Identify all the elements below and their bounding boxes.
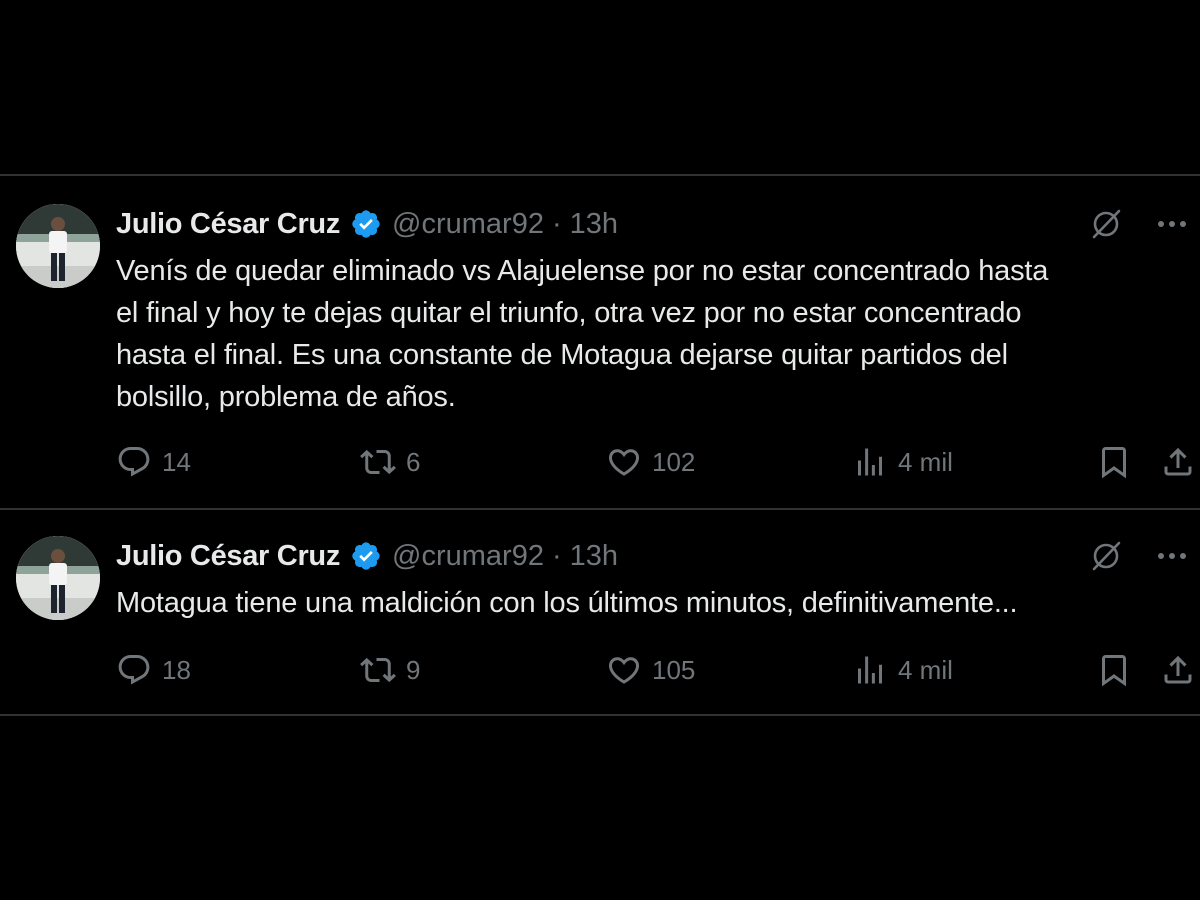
verified-badge-icon (350, 208, 382, 240)
tweet-actions: 14 6 102 4 mil (116, 442, 1200, 482)
views-count: 4 mil (898, 654, 953, 685)
avatar[interactable] (16, 536, 100, 620)
bookmark-button[interactable] (1096, 650, 1132, 690)
tweet-text-line: Motagua tiene una maldición con los últi… (116, 587, 1018, 619)
repost-button[interactable]: 9 (360, 650, 420, 690)
views-icon (858, 448, 882, 476)
grok-icon[interactable] (1088, 206, 1124, 242)
tweet-text: Motagua tiene una maldición con los últi… (116, 582, 1186, 624)
bookmark-button[interactable] (1096, 442, 1132, 482)
tweet-header: Julio César Cruz @crumar92 · 13h (116, 536, 618, 576)
heart-icon (608, 657, 640, 684)
author-name[interactable]: Julio César Cruz (116, 540, 340, 573)
avatar[interactable] (16, 204, 100, 288)
more-icon[interactable] (1154, 206, 1190, 242)
author-handle[interactable]: @crumar92 (392, 208, 544, 241)
avatar-photo (16, 204, 100, 288)
reply-count: 14 (162, 446, 191, 477)
reply-button[interactable]: 14 (116, 442, 191, 482)
share-icon (1164, 655, 1192, 684)
author-name[interactable]: Julio César Cruz (116, 208, 340, 241)
tweet-text-line: hasta el final. Es una constante de Mota… (116, 339, 1008, 371)
repost-count: 9 (406, 654, 421, 685)
tweet-text: Venís de quedar eliminado vs Alajuelense… (116, 250, 1186, 418)
like-count: 105 (652, 654, 696, 685)
reply-count: 18 (162, 654, 191, 685)
verified-badge-icon (350, 540, 382, 572)
more-icon[interactable] (1154, 538, 1190, 574)
reply-icon (118, 447, 150, 477)
tweet-header: Julio César Cruz @crumar92 · 13h (116, 204, 618, 244)
tweet-top-actions (1088, 536, 1200, 576)
separator-dot: · (551, 207, 562, 240)
tweet-text-line: bolsillo, problema de años. (116, 381, 456, 413)
tweet-text-line: el final y hoy te dejas quitar el triunf… (116, 297, 1022, 329)
author-handle[interactable]: @crumar92 (392, 540, 544, 573)
repost-icon (360, 657, 396, 683)
bookmark-icon (1102, 447, 1126, 479)
repost-count: 6 (406, 446, 421, 477)
views-icon (858, 656, 882, 684)
bookmark-icon (1102, 655, 1126, 687)
like-button[interactable]: 105 (606, 650, 695, 690)
tweet-text-line: Venís de quedar eliminado vs Alajuelense… (116, 255, 1049, 287)
bottom-divider (0, 714, 1200, 716)
heart-icon (608, 449, 640, 476)
tweet-1[interactable]: Julio César Cruz @crumar92 · 13h Venís d… (0, 176, 1200, 508)
tweet-top-actions (1088, 204, 1200, 244)
tweet-actions: 18 9 105 4 mil (116, 650, 1200, 690)
views-button[interactable]: 4 mil (852, 442, 953, 482)
like-button[interactable]: 102 (606, 442, 695, 482)
tweet-2[interactable]: Julio César Cruz @crumar92 · 13h Motagua… (0, 510, 1200, 714)
grok-icon[interactable] (1088, 538, 1124, 574)
repost-icon (360, 449, 396, 475)
share-button[interactable] (1160, 442, 1196, 482)
share-button[interactable] (1160, 650, 1196, 690)
views-count: 4 mil (898, 446, 953, 477)
share-icon (1164, 447, 1192, 476)
timestamp[interactable]: 13h (570, 540, 618, 573)
reply-button[interactable]: 18 (116, 650, 191, 690)
views-button[interactable]: 4 mil (852, 650, 953, 690)
reply-icon (118, 655, 150, 685)
repost-button[interactable]: 6 (360, 442, 420, 482)
separator-dot: · (551, 539, 562, 572)
avatar-photo (16, 536, 100, 620)
like-count: 102 (652, 446, 696, 477)
timestamp[interactable]: 13h (570, 208, 618, 241)
